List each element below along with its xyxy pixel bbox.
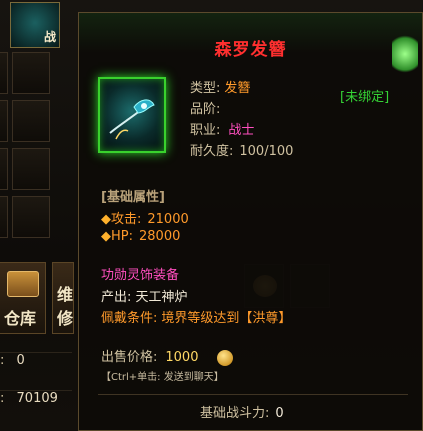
- item-source: 产出: 天工神炉: [101, 290, 188, 305]
- stat-value: 0: [16, 353, 25, 368]
- item-name: 森罗发簪: [214, 40, 287, 60]
- stat-value: 70109: [16, 391, 58, 406]
- attr-type: 类型: 发簪: [190, 81, 251, 96]
- combat-power: 基础战斗力: 0: [200, 406, 284, 421]
- warehouse-button[interactable]: 仓库: [0, 262, 46, 334]
- inventory-slot[interactable]: [12, 196, 50, 238]
- item-category: 功勋灵饰装备: [101, 268, 180, 283]
- base-attributes-title: [基础属性]: [101, 190, 165, 205]
- stat-row: : 70109: [0, 390, 72, 417]
- bound-status: [未绑定]: [340, 90, 390, 105]
- inventory-slot[interactable]: [0, 100, 8, 142]
- attr-durability: 耐久度: 100/100: [190, 144, 294, 159]
- repair-label: 维修: [57, 285, 74, 328]
- inventory-slot[interactable]: [12, 52, 50, 94]
- stat-row: : 0: [0, 352, 72, 379]
- equipped-item-slot[interactable]: 战: [10, 2, 60, 48]
- base-stat-hp: ◆HP: 28000: [101, 229, 181, 244]
- gold-coin-icon: [216, 349, 233, 366]
- inventory-slot[interactable]: [12, 100, 50, 142]
- attr-grade: 品阶:: [190, 102, 221, 117]
- divider: [98, 394, 408, 395]
- inventory-slot[interactable]: [0, 148, 8, 190]
- repair-button[interactable]: 维修: [52, 262, 74, 334]
- sell-price: 出售价格: 1000: [101, 346, 233, 366]
- hairpin-icon: [109, 99, 155, 140]
- inventory-slot[interactable]: [0, 196, 8, 238]
- class-badge: 战: [43, 30, 56, 44]
- wear-requirement: 佩戴条件: 境界等级达到【洪尊】: [101, 311, 292, 326]
- base-stat-attack: ◆攻击: 21000: [101, 212, 189, 227]
- inventory-slot[interactable]: [12, 148, 50, 190]
- warehouse-label: 仓库: [3, 309, 36, 328]
- attr-class: 职业: 战士: [190, 123, 255, 138]
- item-icon: [98, 77, 166, 153]
- inventory-slot[interactable]: [0, 52, 8, 94]
- chest-icon: [7, 271, 39, 297]
- inventory-panel: 战 仓库 维修 : 0 : 70109: [0, 0, 74, 431]
- chat-hint: 【Ctrl+单击: 发送到聊天】: [101, 372, 224, 383]
